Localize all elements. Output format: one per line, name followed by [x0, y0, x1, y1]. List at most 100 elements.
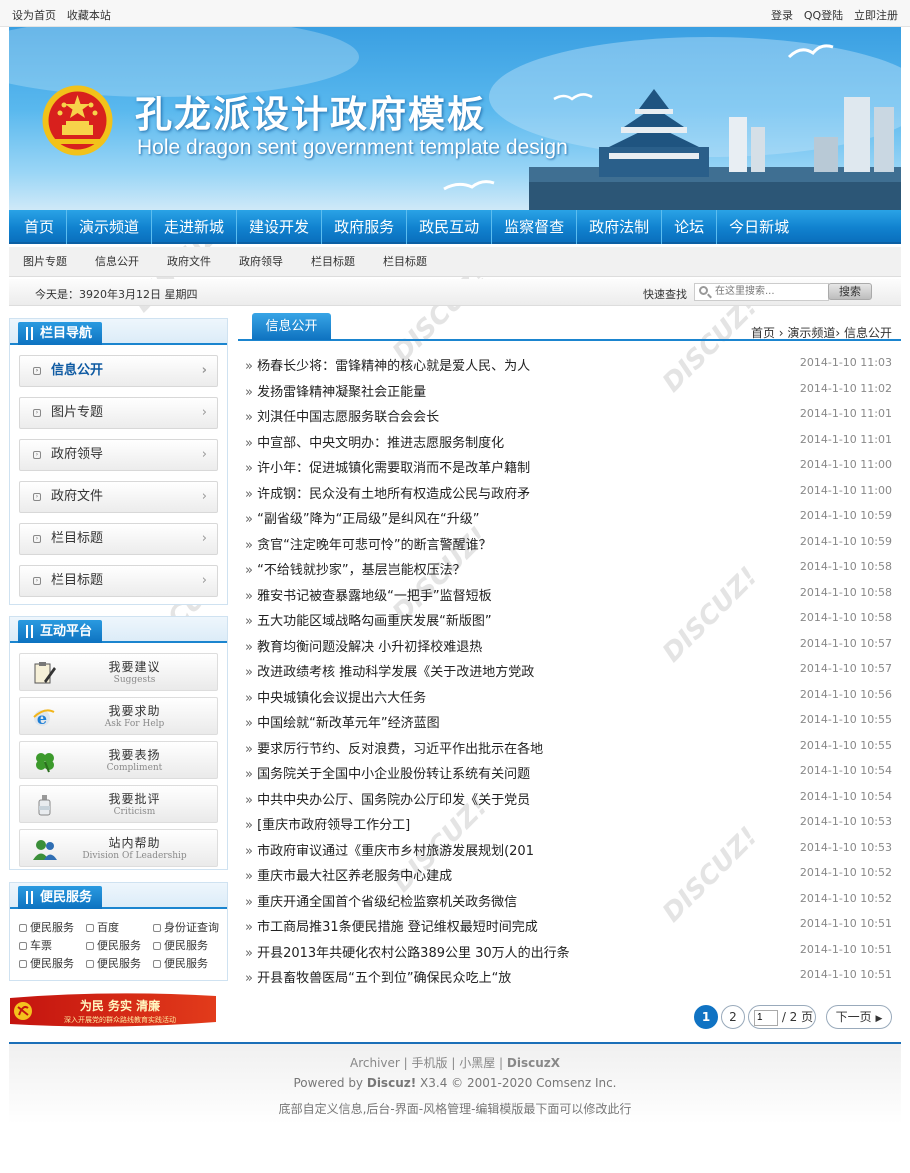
service-link[interactable]: 便民服务 [86, 955, 141, 971]
article-title[interactable]: 重庆开通全国首个省级纪检监察机关政务微信 [245, 891, 517, 910]
register-link[interactable]: 立即注册 [854, 9, 898, 22]
article-row[interactable]: 五大功能区域战略勾画重庆发展“新版图” 2014-1-10 10:58 [238, 605, 901, 631]
subnav-item[interactable]: 信息公开 [95, 247, 139, 277]
article-row[interactable]: 重庆市最大社区养老服务中心建成 2014-1-10 10:52 [238, 860, 901, 886]
ask-help-button[interactable]: e 我要求助 Ask For Help [19, 697, 218, 735]
nav-item-xincheng[interactable]: 走进新城 [152, 210, 238, 244]
article-row[interactable]: 开县畜牧兽医局“五个到位”确保民众吃上“放 2014-1-10 10:51 [238, 962, 901, 988]
powered-brand-link[interactable]: Discuz! [367, 1076, 416, 1090]
article-title[interactable]: “副省级”降为“正局级”是纠风在“升级” [245, 508, 479, 527]
sidebar-item-info[interactable]: › 信息公开 › [19, 355, 218, 387]
suggest-button[interactable]: 我要建议 Suggests [19, 653, 218, 691]
nav-item-today[interactable]: 今日新城 [717, 210, 801, 244]
article-title[interactable]: 许成钢：民众没有土地所有权造成公民与政府矛 [245, 483, 530, 502]
next-page-button[interactable]: 下一页 ▶ [826, 1005, 892, 1029]
page-jump-input[interactable] [754, 1009, 778, 1026]
footer-link-archiver[interactable]: Archiver [350, 1056, 400, 1070]
article-title[interactable]: 要求厉行节约、反对浪费，习近平作出批示在各地 [245, 738, 543, 757]
article-title[interactable]: 许小年：促进城镇化需要取消而不是改革户籍制 [245, 457, 530, 476]
article-row[interactable]: 开县2013年共硬化农村公路389公里 30万人的出行条 2014-1-10 10… [238, 937, 901, 963]
sidebar-item-column-b[interactable]: › 栏目标题 › [19, 565, 218, 597]
service-link[interactable]: 便民服务 [153, 955, 208, 971]
criticism-button[interactable]: 我要批评 Criticism [19, 785, 218, 823]
content-tab-info[interactable]: 信息公开 [252, 313, 331, 340]
article-row[interactable]: 许成钢：民众没有土地所有权造成公民与政府矛 2014-1-10 11:00 [238, 478, 901, 504]
nav-item-interaction[interactable]: 政民互动 [407, 210, 493, 244]
nav-item-supervision[interactable]: 监察督查 [492, 210, 578, 244]
article-row[interactable]: 发扬雷锋精神凝聚社会正能量 2014-1-10 11:02 [238, 376, 901, 402]
sidebar-item-docs[interactable]: › 政府文件 › [19, 481, 218, 513]
nav-item-forum[interactable]: 论坛 [662, 210, 718, 244]
article-title[interactable]: [重庆市政府领导工作分工] [245, 814, 410, 833]
qq-login-link[interactable]: QQ登陆 [804, 9, 843, 22]
article-row[interactable]: 要求厉行节约、反对浪费，习近平作出批示在各地 2014-1-10 10:55 [238, 733, 901, 759]
search-button[interactable]: 搜索 [828, 283, 872, 300]
service-link[interactable]: 便民服务 [86, 937, 141, 953]
article-title[interactable]: 教育均衡问题没解决 小升初择校难退热 [245, 636, 482, 655]
set-home-link[interactable]: 设为首页 [12, 9, 56, 22]
nav-item-construction[interactable]: 建设开发 [237, 210, 323, 244]
service-link[interactable]: 便民服务 [19, 919, 74, 935]
article-row[interactable]: 雅安书记被查暴露地级“一把手”监督短板 2014-1-10 10:58 [238, 580, 901, 606]
article-title[interactable]: 中共中央办公厅、国务院办公厅印发《关于党员 [245, 789, 530, 808]
article-title[interactable]: 中国绘就“新改革元年”经济蓝图 [245, 712, 439, 731]
nav-item-home[interactable]: 首页 [9, 210, 68, 244]
article-title[interactable]: 中央城镇化会议提出六大任务 [245, 687, 426, 706]
subnav-item[interactable]: 政府文件 [167, 247, 211, 277]
article-title[interactable]: 贪官“注定晚年可悲可怜”的断言警醒谁？ [245, 534, 491, 553]
footer-link-discuzx[interactable]: DiscuzX [507, 1056, 560, 1070]
article-title[interactable]: 杨春长少将：雷锋精神的核心就是爱人民、为人 [245, 355, 530, 374]
article-title[interactable]: 五大功能区域战略勾画重庆发展“新版图” [245, 610, 491, 629]
article-title[interactable]: 刘淇任中国志愿服务联合会会长 [245, 406, 439, 425]
article-row[interactable]: 贪官“注定晚年可悲可怜”的断言警醒谁？ 2014-1-10 10:59 [238, 529, 901, 555]
article-row[interactable]: 中央城镇化会议提出六大任务 2014-1-10 10:56 [238, 682, 901, 708]
article-row[interactable]: [重庆市政府领导工作分工] 2014-1-10 10:53 [238, 809, 901, 835]
article-row[interactable]: 国务院关于全国中小企业股份转让系统有关问题 2014-1-10 10:54 [238, 758, 901, 784]
article-row[interactable]: 中共中央办公厅、国务院办公厅印发《关于党员 2014-1-10 10:54 [238, 784, 901, 810]
nav-item-demo[interactable]: 演示频道 [67, 210, 153, 244]
article-title[interactable]: 市政府审议通过《重庆市乡村旅游发展规划(201 [245, 840, 534, 859]
article-title[interactable]: 中宣部、中央文明办：推进志愿服务制度化 [245, 432, 504, 451]
site-help-button[interactable]: 站内帮助 Division Of Leadership [19, 829, 218, 867]
footer-link-blackroom[interactable]: 小黑屋 [459, 1056, 495, 1070]
sidebar-item-photos[interactable]: › 图片专题 › [19, 397, 218, 429]
service-link[interactable]: 车票 [19, 937, 52, 953]
article-title[interactable]: 雅安书记被查暴露地级“一把手”监督短板 [245, 585, 491, 604]
search-input[interactable]: 在这里搜索... [694, 283, 829, 301]
article-row[interactable]: 中宣部、中央文明办：推进志愿服务制度化 2014-1-10 11:01 [238, 427, 901, 453]
nav-item-services[interactable]: 政府服务 [322, 210, 408, 244]
footer-link-mobile[interactable]: 手机版 [412, 1056, 448, 1070]
article-title[interactable]: 改进政绩考核 推动科学发展《关于改进地方党政 [245, 661, 534, 680]
subnav-item[interactable]: 栏目标题 [383, 247, 427, 277]
article-title[interactable]: 国务院关于全国中小企业股份转让系统有关问题 [245, 763, 530, 782]
article-title[interactable]: 市工商局推31条便民措施 登记维权最短时间完成 [245, 916, 538, 935]
nav-item-legal[interactable]: 政府法制 [577, 210, 663, 244]
article-title[interactable]: 发扬雷锋精神凝聚社会正能量 [245, 381, 426, 400]
article-row[interactable]: 改进政绩考核 推动科学发展《关于改进地方党政 2014-1-10 10:57 [238, 656, 901, 682]
service-link[interactable]: 百度 [86, 919, 119, 935]
article-title[interactable]: 开县2013年共硬化农村公路389公里 30万人的出行条 [245, 942, 570, 961]
article-title[interactable]: 开县畜牧兽医局“五个到位”确保民众吃上“放 [245, 967, 511, 986]
article-row[interactable]: “副省级”降为“正局级”是纠风在“升级” 2014-1-10 10:59 [238, 503, 901, 529]
article-row[interactable]: 许小年：促进城镇化需要取消而不是改革户籍制 2014-1-10 11:00 [238, 452, 901, 478]
article-row[interactable]: 市工商局推31条便民措施 登记维权最短时间完成 2014-1-10 10:51 [238, 911, 901, 937]
page-2-button[interactable]: 2 [721, 1005, 745, 1029]
article-row[interactable]: 重庆开通全国首个省级纪检监察机关政务微信 2014-1-10 10:52 [238, 886, 901, 912]
subnav-item[interactable]: 图片专题 [23, 247, 67, 277]
compliment-button[interactable]: 我要表扬 Compliment [19, 741, 218, 779]
service-link[interactable]: 便民服务 [153, 937, 208, 953]
article-row[interactable]: 教育均衡问题没解决 小升初择校难退热 2014-1-10 10:57 [238, 631, 901, 657]
article-title[interactable]: 重庆市最大社区养老服务中心建成 [245, 865, 452, 884]
article-row[interactable]: 中国绘就“新改革元年”经济蓝图 2014-1-10 10:55 [238, 707, 901, 733]
login-link[interactable]: 登录 [771, 9, 793, 22]
subnav-item[interactable]: 栏目标题 [311, 247, 355, 277]
article-row[interactable]: 杨春长少将：雷锋精神的核心就是爱人民、为人 2014-1-10 11:03 [238, 350, 901, 376]
subnav-item[interactable]: 政府领导 [239, 247, 283, 277]
article-row[interactable]: 市政府审议通过《重庆市乡村旅游发展规划(201 2014-1-10 10:53 [238, 835, 901, 861]
sidebar-item-column-a[interactable]: › 栏目标题 › [19, 523, 218, 555]
service-link[interactable]: 身份证查询 [153, 919, 219, 935]
article-title[interactable]: “不给钱就抄家”，基层岂能权压法？ [245, 559, 465, 578]
page-1-button[interactable]: 1 [694, 1005, 718, 1029]
article-row[interactable]: 刘淇任中国志愿服务联合会会长 2014-1-10 11:01 [238, 401, 901, 427]
sidebar-item-leaders[interactable]: › 政府领导 › [19, 439, 218, 471]
